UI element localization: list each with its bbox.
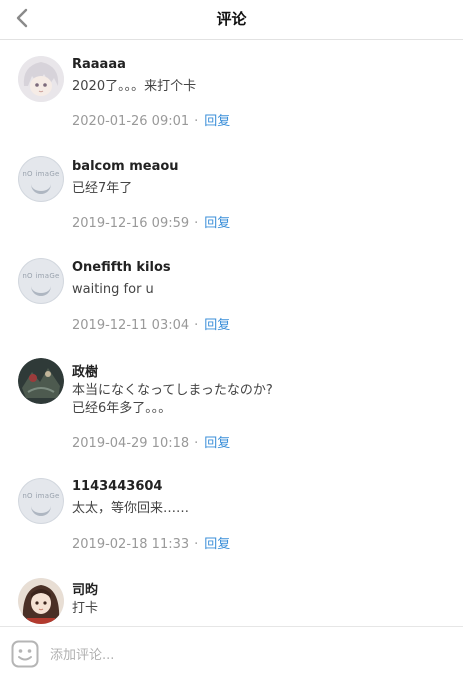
- avatar[interactable]: nO imaGe: [18, 258, 64, 304]
- comment-text: 打卡: [72, 600, 442, 618]
- comment-author[interactable]: balcom meaou: [72, 159, 179, 174]
- separator-dot: ·: [194, 537, 199, 552]
- comment-timestamp: 2020-01-26 09:01: [72, 114, 190, 129]
- comment-text-line: 2020了。。。来打个卡: [72, 79, 197, 94]
- separator-dot: ·: [194, 436, 199, 451]
- comment-meta: 2019-12-11 03:04 · 回复: [72, 314, 230, 333]
- comment-item: nO imaGe Onefifth kilos waiting for u 20…: [0, 243, 463, 344]
- comment-text-line: 已经7年了: [72, 181, 133, 196]
- avatar[interactable]: nO imaGe: [18, 156, 64, 202]
- comment-timestamp: 2019-04-29 10:18: [72, 436, 190, 451]
- comment-timestamp: 2019-12-16 09:59: [72, 216, 190, 231]
- smile-shape: [31, 284, 51, 296]
- no-image-avatar-icon: nO imaGe: [18, 156, 64, 202]
- comment-item: 政樹 本当になくなってしまったなのか? 已经6年多了。。。 2019-04-29…: [0, 344, 463, 462]
- reply-button[interactable]: 回复: [204, 318, 230, 333]
- comment-meta: 2019-04-29 10:18 · 回复: [72, 432, 230, 451]
- avatar[interactable]: [18, 358, 64, 404]
- comment-item: nO imaGe balcom meaou 已经7年了 2019-12-16 0…: [0, 142, 463, 243]
- comment-input[interactable]: [50, 645, 430, 665]
- comment-author[interactable]: Raaaaa: [72, 57, 126, 72]
- no-image-label: nO imaGe: [22, 272, 60, 280]
- separator-dot: ·: [194, 318, 199, 333]
- comment-timestamp: 2019-12-11 03:04: [72, 318, 190, 333]
- comment-meta: 2020-01-26 09:01 · 回复: [72, 110, 230, 129]
- separator-dot: ·: [194, 216, 199, 231]
- comment-meta: 2019-12-16 09:59 · 回复: [72, 212, 230, 231]
- comment-meta: 2019-02-18 11:33 · 回复: [72, 533, 230, 552]
- comment-timestamp: 2019-02-18 11:33: [72, 537, 190, 552]
- anime-girl-brown-avatar-icon: [18, 578, 64, 624]
- reply-button[interactable]: 回复: [204, 537, 230, 552]
- separator-dot: ·: [194, 114, 199, 129]
- comment-text: 2020了。。。来打个卡: [72, 78, 442, 96]
- comment-text: 已经7年了: [72, 180, 442, 198]
- no-image-avatar-icon: nO imaGe: [18, 478, 64, 524]
- avatar[interactable]: [18, 56, 64, 102]
- comment-text: 本当になくなってしまったなのか? 已经6年多了。。。: [72, 382, 442, 418]
- comment-item: 司昀 打卡: [0, 562, 463, 632]
- top-navigation-bar: 评论: [0, 0, 463, 40]
- comment-author[interactable]: 政樹: [72, 361, 98, 380]
- comment-author[interactable]: Onefifth kilos: [72, 260, 171, 275]
- anime-girl-avatar-icon: [18, 56, 64, 102]
- dark-art-avatar-icon: [18, 358, 64, 404]
- comment-item: Raaaaa 2020了。。。来打个卡 2020-01-26 09:01 · 回复: [0, 40, 463, 142]
- smile-shape: [31, 504, 51, 516]
- comment-text-line: 本当になくなってしまったなのか?: [72, 383, 273, 398]
- no-image-label: nO imaGe: [22, 492, 60, 500]
- reply-button[interactable]: 回复: [204, 436, 230, 451]
- avatar[interactable]: [18, 578, 64, 624]
- page-title: 评论: [216, 10, 247, 28]
- comment-composer-bar: [0, 626, 463, 681]
- emoji-icon[interactable]: [11, 640, 39, 668]
- comment-text: 太太，等你回来……: [72, 500, 442, 518]
- reply-button[interactable]: 回复: [204, 216, 230, 231]
- comment-item: nO imaGe 1143443604 太太，等你回来…… 2019-02-18…: [0, 462, 463, 562]
- comment-text-line: 已经6年多了。。。: [72, 401, 172, 416]
- comment-text-line: 打卡: [72, 601, 99, 616]
- comment-author[interactable]: 1143443604: [72, 479, 162, 494]
- comment-author[interactable]: 司昀: [72, 579, 98, 598]
- no-image-avatar-icon: nO imaGe: [18, 258, 64, 304]
- smile-shape: [31, 182, 51, 194]
- avatar[interactable]: nO imaGe: [18, 478, 64, 524]
- comment-text-line: waiting for u: [72, 282, 154, 297]
- no-image-label: nO imaGe: [22, 170, 60, 178]
- reply-button[interactable]: 回复: [204, 114, 230, 129]
- comment-text: waiting for u: [72, 281, 442, 299]
- comment-text-line: 太太，等你回来……: [72, 501, 190, 516]
